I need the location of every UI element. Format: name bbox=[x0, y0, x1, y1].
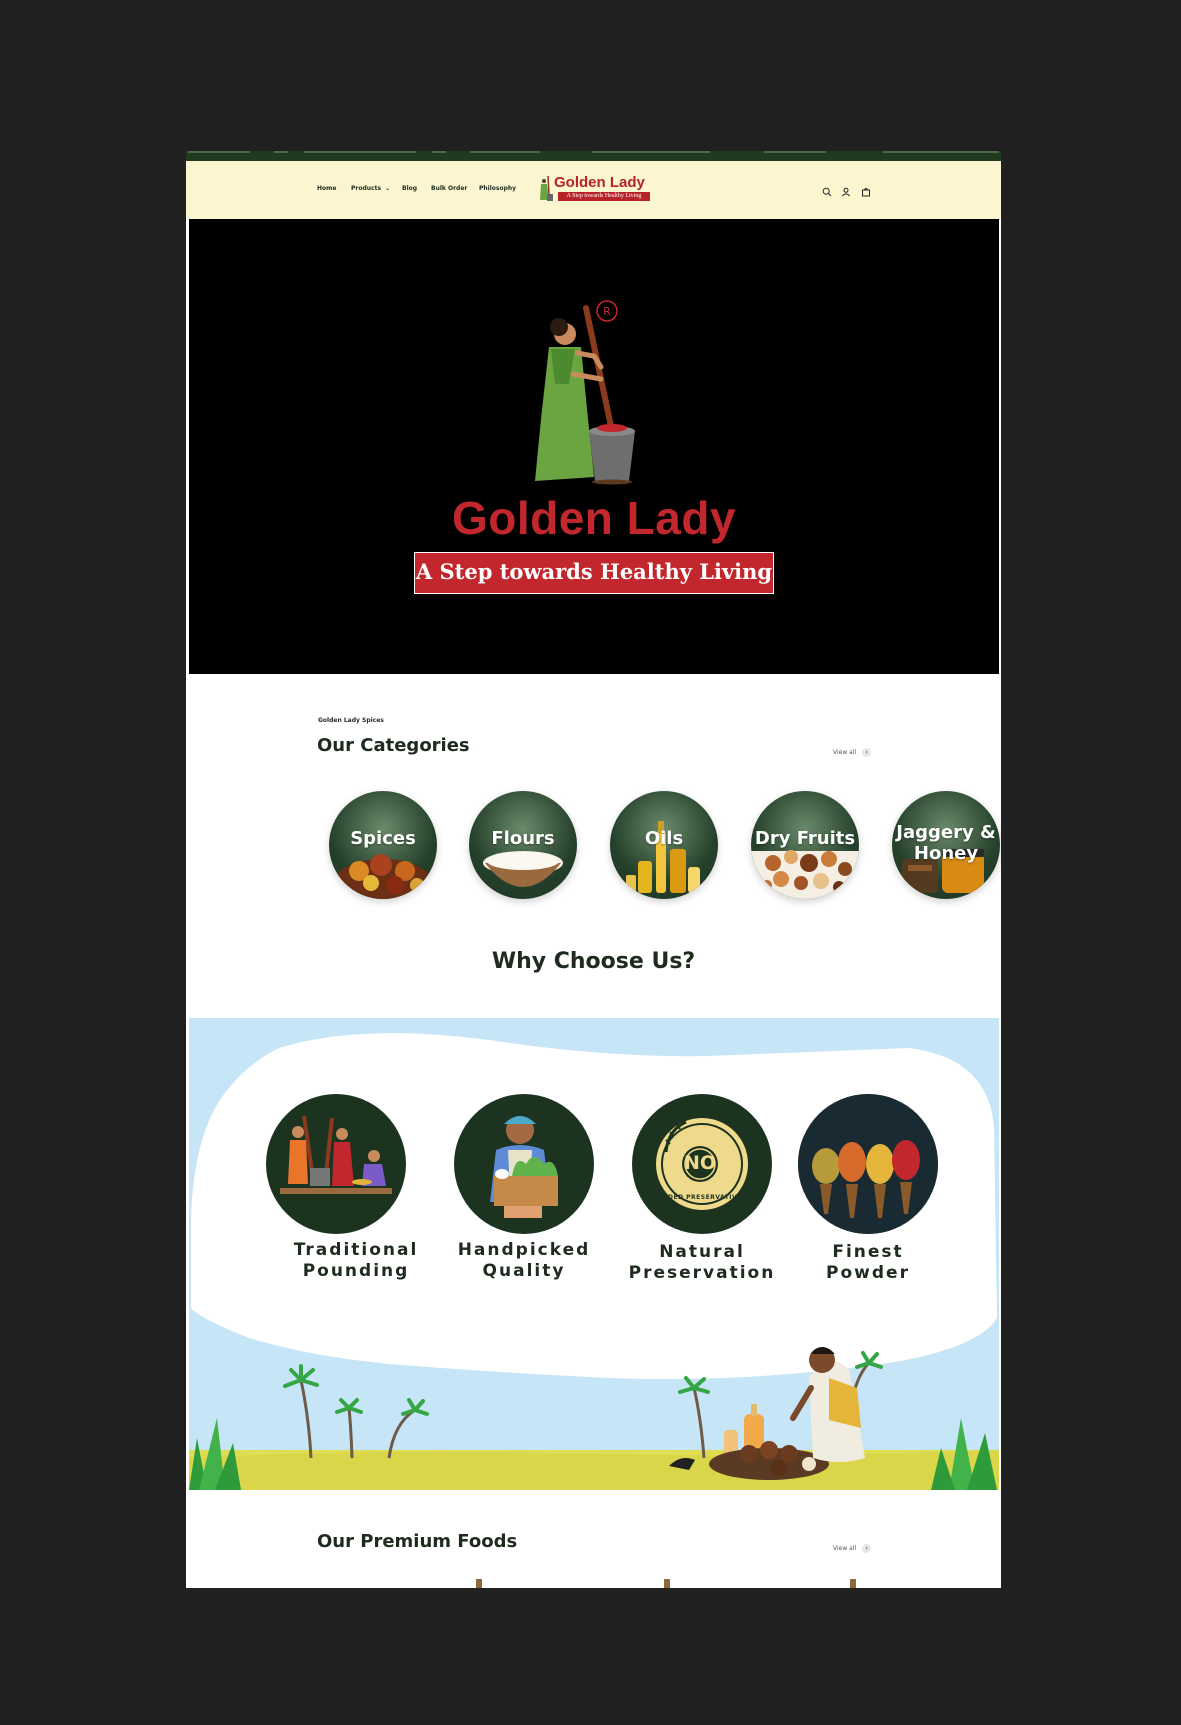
feature-traditional-pounding: Traditional Pounding bbox=[266, 1240, 446, 1282]
hero-tagline: A Step towards Healthy Living bbox=[414, 552, 774, 594]
premium-foods-title: Our Premium Foods bbox=[317, 1531, 518, 1552]
no-badge-text: NO bbox=[683, 1152, 717, 1174]
golden-lady-pounding-illustration: R bbox=[535, 300, 635, 485]
category-label: Oils bbox=[644, 828, 684, 849]
arrow-right-icon: › bbox=[862, 1544, 872, 1553]
nav-products-label: Products bbox=[351, 185, 382, 192]
premium-view-all[interactable]: View all › bbox=[833, 1544, 872, 1553]
feature-finest-powder: Finest Powder bbox=[778, 1242, 958, 1284]
why-choose-us-title: Why Choose Us? bbox=[491, 949, 696, 974]
category-label: Dry Fruits bbox=[754, 828, 856, 849]
hero-brand: Golden Lady bbox=[451, 492, 737, 544]
search-icon[interactable] bbox=[822, 187, 832, 197]
category-label: Spices bbox=[350, 828, 416, 849]
nav-blog[interactable]: Blog bbox=[402, 185, 417, 192]
feature-label-line2: Powder bbox=[826, 1263, 910, 1283]
cart-icon[interactable] bbox=[861, 187, 871, 197]
nav-philosophy[interactable]: Philosophy bbox=[479, 185, 516, 192]
logo-tagline: A Step towards Healthy Living bbox=[558, 192, 650, 201]
arrow-right-icon: › bbox=[862, 748, 872, 757]
account-icon[interactable] bbox=[841, 187, 851, 197]
feature-label-line2: Pounding bbox=[302, 1261, 410, 1281]
feature-traditional-pounding-image bbox=[266, 1094, 406, 1234]
page: Home Products ⌄ Blog Bulk Order Philosop… bbox=[186, 151, 1001, 1588]
nav-products[interactable]: Products ⌄ bbox=[351, 185, 390, 192]
feature-label-line2: Preservation bbox=[628, 1263, 776, 1283]
preservatives-badge-text: ADDED PRESERVATIVES bbox=[657, 1194, 747, 1201]
nav-bulk-order[interactable]: Bulk Order bbox=[431, 185, 467, 192]
category-oils[interactable]: Oils bbox=[610, 791, 718, 899]
hero-banner: R Golden Lady A Step towards Healthy Liv… bbox=[189, 219, 999, 674]
category-dry-fruits[interactable]: Dry Fruits bbox=[751, 791, 859, 899]
site-header: Home Products ⌄ Blog Bulk Order Philosop… bbox=[186, 161, 1001, 219]
feature-label-line2: Quality bbox=[482, 1261, 566, 1281]
feature-label-line1: Handpicked bbox=[457, 1240, 591, 1260]
announcement-bar bbox=[186, 151, 1001, 161]
product-card-top[interactable] bbox=[476, 1579, 482, 1588]
view-all-label: View all bbox=[833, 749, 857, 756]
categories-title: Our Categories bbox=[317, 735, 470, 756]
category-flours[interactable]: Flours bbox=[469, 791, 577, 899]
feature-natural-preservation: Natural Preservation bbox=[612, 1242, 792, 1284]
why-choose-us-section: Traditional Pounding Handpicked Quality bbox=[189, 1018, 999, 1490]
feature-handpicked-quality: Handpicked Quality bbox=[434, 1240, 614, 1282]
feature-label-line1: Traditional bbox=[293, 1240, 419, 1260]
golden-lady-logo-icon bbox=[540, 175, 553, 201]
category-jaggery-honey[interactable]: Jaggery & Honey bbox=[892, 791, 1000, 899]
product-card-top[interactable] bbox=[664, 1579, 670, 1588]
view-all-label: View all bbox=[833, 1545, 857, 1552]
categories-eyebrow: Golden Lady Spices bbox=[318, 717, 384, 724]
registered-mark: R bbox=[603, 305, 611, 318]
category-spices[interactable]: Spices bbox=[329, 791, 437, 899]
categories-view-all[interactable]: View all › bbox=[833, 748, 872, 757]
feature-finest-powder-image bbox=[798, 1094, 938, 1234]
category-label: Flours bbox=[491, 828, 555, 849]
logo-brand-text: Golden Lady bbox=[554, 174, 645, 191]
feature-handpicked-quality-image bbox=[454, 1094, 594, 1234]
category-label: Jaggery & bbox=[896, 822, 996, 843]
nav-home[interactable]: Home bbox=[317, 185, 336, 192]
site-logo[interactable]: Golden Lady A Step towards Healthy Livin… bbox=[538, 174, 656, 204]
category-label-line2: Honey bbox=[913, 843, 979, 864]
chevron-down-icon: ⌄ bbox=[385, 185, 391, 192]
feature-label-line1: Finest bbox=[832, 1242, 904, 1262]
feature-label-line1: Natural bbox=[659, 1242, 745, 1262]
feature-natural-preservation-image: NO ADDED PRESERVATIVES bbox=[632, 1094, 772, 1234]
product-card-top[interactable] bbox=[850, 1579, 856, 1588]
